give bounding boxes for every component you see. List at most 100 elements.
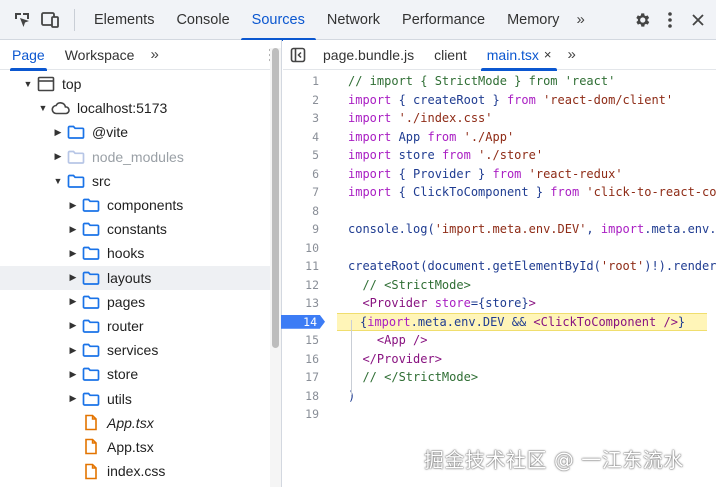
more-panels-icon[interactable]: »	[570, 11, 588, 28]
collapsed-arrow-icon[interactable]: ▶	[67, 248, 79, 259]
code-line[interactable]: 15 <App />	[283, 331, 716, 350]
line-number[interactable]: 1	[283, 74, 323, 88]
expanded-arrow-icon[interactable]: ▼	[52, 176, 64, 186]
navigator-scrollbar[interactable]	[270, 48, 281, 487]
code-line[interactable]: 4 import App from './App'	[283, 128, 716, 147]
tree-item-label: node_modules	[92, 148, 184, 165]
tree-item-node-modules[interactable]: ▶ node_modules	[0, 145, 270, 169]
expanded-arrow-icon[interactable]: ▼	[37, 103, 49, 113]
line-number[interactable]: 13	[283, 296, 323, 310]
toggle-navigator-icon[interactable]	[283, 40, 313, 70]
code-text: import store from './store'	[323, 148, 543, 162]
breakpoint-marker[interactable]: 14	[281, 314, 325, 329]
line-number[interactable]: 5	[283, 148, 323, 162]
code-line[interactable]: 18)	[283, 387, 716, 406]
line-number[interactable]: 19	[283, 407, 323, 421]
code-text: import './index.css'	[323, 111, 493, 125]
code-line[interactable]: 12 // <StrictMode>	[283, 276, 716, 295]
navigator-tab-page[interactable]: Page	[2, 40, 55, 71]
tree-item-localhost-5173[interactable]: ▼ localhost:5173	[0, 96, 270, 120]
navigator-tab-workspace[interactable]: Workspace	[55, 40, 145, 70]
tree-item-app-tsx[interactable]: App.tsx	[0, 435, 270, 459]
tree-item-utils[interactable]: ▶ utils	[0, 386, 270, 410]
collapsed-arrow-icon[interactable]: ▶	[52, 151, 64, 162]
tree-item-store[interactable]: ▶ store	[0, 362, 270, 386]
tree-item-constants[interactable]: ▶ constants	[0, 217, 270, 241]
tree-item-index-css[interactable]: index.css	[0, 459, 270, 483]
tab-console[interactable]: Console	[165, 0, 240, 40]
code-line[interactable]: 6 import { Provider } from 'react-redux'	[283, 165, 716, 184]
tree-item-vite[interactable]: ▶ @vite	[0, 120, 270, 144]
line-number[interactable]: 6	[283, 167, 323, 181]
line-number[interactable]: 2	[283, 93, 323, 107]
line-number[interactable]: 12	[283, 278, 323, 292]
editor-tab-client[interactable]: client	[424, 40, 477, 70]
code-line[interactable]: 8	[283, 202, 716, 221]
code-line[interactable]: 19	[283, 405, 716, 424]
device-toolbar-icon[interactable]	[36, 0, 64, 40]
code-line[interactable]: 16 </Provider>	[283, 350, 716, 369]
tab-elements[interactable]: Elements	[83, 0, 165, 40]
line-number[interactable]: 9	[283, 222, 323, 236]
tree-item-top[interactable]: ▼ top	[0, 72, 270, 96]
line-number[interactable]: 7	[283, 185, 323, 199]
tree-item-hooks[interactable]: ▶ hooks	[0, 241, 270, 265]
code-line[interactable]: 1 // import { StrictMode } from 'react'	[283, 72, 716, 91]
line-number[interactable]: 15	[283, 333, 323, 347]
gear-icon[interactable]	[628, 0, 656, 40]
collapsed-arrow-icon[interactable]: ▶	[67, 320, 79, 331]
code-view[interactable]: 1// import { StrictMode } from 'react' 2 i…	[281, 72, 716, 487]
code-line[interactable]: 13 <Provider store={store}>	[283, 294, 716, 313]
code-line[interactable]: 14 {import .meta.env.DEV && <ClickToCompon…	[281, 312, 716, 331]
tab-sources[interactable]: Sources	[240, 0, 317, 41]
tree-item-layouts[interactable]: ▶ layouts	[0, 265, 270, 290]
scrollbar-thumb[interactable]	[272, 48, 279, 348]
toolbar-right	[628, 0, 716, 40]
code-line[interactable]: 10	[283, 239, 716, 258]
code-line[interactable]: 3 import './index.css'	[283, 109, 716, 128]
collapsed-arrow-icon[interactable]: ▶	[67, 272, 79, 283]
more-editor-tabs-icon[interactable]: »	[561, 46, 579, 63]
tab-performance[interactable]: Performance	[391, 0, 496, 40]
line-number[interactable]: 10	[283, 241, 323, 255]
tree-item-components[interactable]: ▶ components	[0, 193, 270, 217]
editor-tab-page-bundle-js[interactable]: page.bundle.js	[313, 40, 424, 70]
collapsed-arrow-icon[interactable]: ▶	[52, 127, 64, 138]
code-line[interactable]: 11 createRoot(document.getElementById('ro…	[283, 257, 716, 276]
line-number[interactable]: 3	[283, 111, 323, 125]
code-line[interactable]: 7 import { ClickToComponent } from 'click…	[283, 183, 716, 202]
tree-item-router[interactable]: ▶ router	[0, 314, 270, 338]
tab-network[interactable]: Network	[316, 0, 391, 40]
code-token: createRoot(document.getElementById(	[348, 259, 601, 274]
collapsed-arrow-icon[interactable]: ▶	[67, 369, 79, 380]
more-options-icon[interactable]	[656, 0, 684, 40]
code-line[interactable]: 5 import store from './store'	[283, 146, 716, 165]
close-icon[interactable]	[684, 0, 712, 40]
code-line[interactable]: 2 import { createRoot } from 'react-dom/c…	[283, 91, 716, 110]
tab-memory[interactable]: Memory	[496, 0, 570, 40]
tree-item-pages[interactable]: ▶ pages	[0, 290, 270, 314]
collapsed-arrow-icon[interactable]: ▶	[67, 200, 79, 211]
tree-item-app-tsx[interactable]: App.tsx	[0, 411, 270, 435]
folder-icon	[81, 343, 101, 358]
tree-item-services[interactable]: ▶ services	[0, 338, 270, 362]
collapsed-arrow-icon[interactable]: ▶	[67, 393, 79, 404]
code-line[interactable]: 9 console.log('import.meta.env.DEV', impo…	[283, 220, 716, 239]
inspect-element-icon[interactable]	[8, 0, 36, 40]
line-number[interactable]: 18	[283, 389, 323, 403]
line-number[interactable]: 16	[283, 352, 323, 366]
collapsed-arrow-icon[interactable]: ▶	[67, 296, 79, 307]
collapsed-arrow-icon[interactable]: ▶	[67, 345, 79, 356]
tree-item-src[interactable]: ▼ src	[0, 169, 270, 193]
more-navigator-tabs-icon[interactable]: »	[144, 46, 162, 63]
collapsed-arrow-icon[interactable]: ▶	[67, 224, 79, 235]
code-token: { createRoot }	[398, 92, 507, 107]
code-line[interactable]: 17 // </StrictMode>	[283, 368, 716, 387]
close-tab-icon[interactable]: ×	[544, 47, 552, 62]
editor-tab-main-tsx[interactable]: main.tsx ×	[477, 40, 562, 71]
line-number[interactable]: 8	[283, 204, 323, 218]
line-number[interactable]: 4	[283, 130, 323, 144]
expanded-arrow-icon[interactable]: ▼	[22, 79, 34, 89]
line-number[interactable]: 11	[283, 259, 323, 273]
line-number[interactable]: 17	[283, 370, 323, 384]
